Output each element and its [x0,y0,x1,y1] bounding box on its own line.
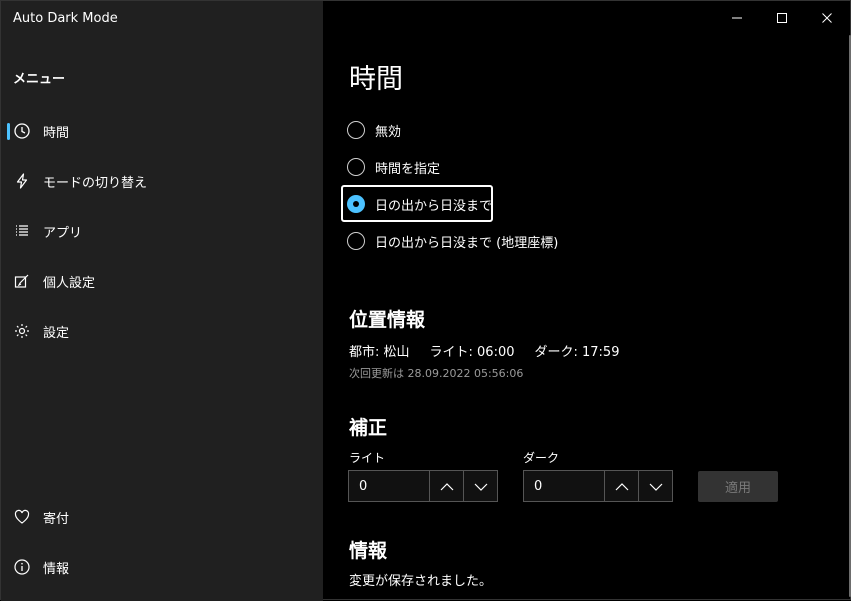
sidebar-item-label: アプリ [43,225,83,241]
radio-circle-checked [347,195,365,213]
sidebar-item-donate[interactable]: 寄付 [7,499,317,535]
list-icon [13,222,31,240]
active-indicator [7,123,10,140]
sidebar-item-label: 個人設定 [43,275,96,291]
chevron-up-icon [615,477,629,496]
radio-circle [347,232,365,250]
light-increment-button[interactable] [430,471,464,501]
dark-time-text: ダーク: 17:59 [534,345,620,360]
page-title: 時間 [349,64,403,95]
info-icon [13,558,31,576]
sidebar-item-apps[interactable]: アプリ [7,213,317,249]
light-offset-label: ライト [349,451,386,465]
edit-icon [13,272,31,290]
radio-label: 日の出から日没まで (地理座標) [375,235,559,251]
dark-offset-input[interactable]: 0 [524,471,605,501]
clock-icon [13,122,31,140]
sidebar-item-time[interactable]: 時間 [7,113,317,149]
radio-disabled[interactable]: 無効 [347,116,401,144]
radio-sunrise-sunset-geo[interactable]: 日の出から日没まで (地理座標) [347,227,558,255]
city-text: 都市: 松山 [349,345,410,360]
radio-circle [347,121,365,139]
radio-label: 日の出から日没まで [375,198,493,214]
lightning-icon [13,172,31,190]
chevron-down-icon [474,477,488,496]
dark-increment-button[interactable] [605,471,639,501]
light-time-text: ライト: 06:00 [429,345,515,360]
radio-label: 無効 [375,124,402,140]
info-section-title: 情報 [349,540,388,562]
offset-section-title: 補正 [349,417,388,439]
sidebar-item-label: 寄付 [43,511,70,527]
next-update-text: 次回更新は 28.09.2022 05:56:06 [349,367,524,380]
radio-circle [347,158,365,176]
gear-icon [13,322,31,340]
sidebar-item-about[interactable]: 情報 [7,549,317,585]
heart-icon [13,508,31,526]
location-section-title: 位置情報 [349,309,426,331]
chevron-up-icon [440,477,454,496]
radio-sunrise-sunset[interactable]: 日の出から日没まで [347,190,492,218]
dark-offset-label: ダーク [523,451,560,465]
menu-label: メニュー [13,72,66,87]
app-title: Auto Dark Mode [13,11,118,26]
status-message: 変更が保存されました。 [349,574,493,589]
main-content: 時間 無効 時間を指定 日の出から日没まで 日の出から日没まで (地理座標) 位… [323,1,851,601]
light-decrement-button[interactable] [464,471,497,501]
sidebar-item-personalization[interactable]: 個人設定 [7,263,317,299]
light-offset-stepper: 0 [348,470,498,502]
dark-decrement-button[interactable] [639,471,672,501]
app-window: Auto Dark Mode メニュー 時間 モードの切り替え アプリ 個人設定… [0,0,851,601]
apply-button[interactable]: 適用 [698,471,778,502]
sidebar-item-label: 設定 [43,325,70,341]
sidebar-item-label: 情報 [43,561,70,577]
location-info: 都市: 松山 ライト: 06:00 ダーク: 17:59 [349,341,619,360]
sidebar-item-label: 時間 [43,125,70,141]
sidebar-item-settings[interactable]: 設定 [7,313,317,349]
sidebar-item-switch-mode[interactable]: モードの切り替え [7,163,317,199]
radio-label: 時間を指定 [375,161,441,177]
radio-custom-time[interactable]: 時間を指定 [347,153,440,181]
dark-offset-stepper: 0 [523,470,673,502]
sidebar: Auto Dark Mode メニュー 時間 モードの切り替え アプリ 個人設定… [1,1,323,601]
sidebar-item-label: モードの切り替え [43,175,148,191]
chevron-down-icon [649,477,663,496]
light-offset-input[interactable]: 0 [349,471,430,501]
